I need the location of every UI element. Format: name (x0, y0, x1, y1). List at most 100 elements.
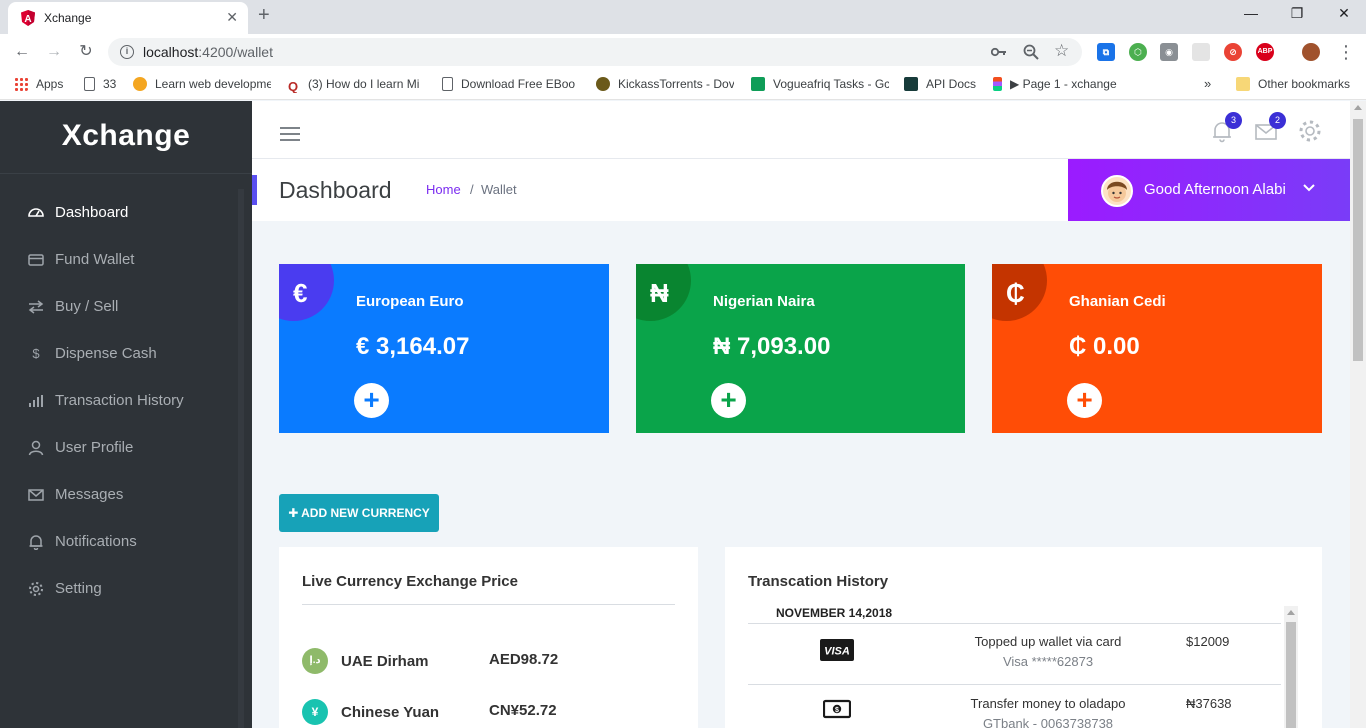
page-title: Dashboard (279, 177, 392, 203)
close-window-icon[interactable]: ✕ (1334, 5, 1354, 22)
sidebar-item-label: Transaction History (55, 392, 184, 409)
minimize-icon[interactable]: — (1241, 5, 1261, 21)
bookmark-learn-web[interactable]: Learn web developme (133, 77, 271, 91)
back-icon[interactable]: ← (12, 42, 32, 62)
info-icon[interactable]: i (120, 45, 134, 59)
zoom-icon[interactable] (1023, 44, 1039, 60)
sidebar-scrollbar[interactable] (238, 189, 244, 728)
other-bookmarks[interactable]: Other bookmarks (1236, 77, 1350, 91)
bookmarks-overflow-icon[interactable]: » (1204, 76, 1211, 91)
adblock-icon[interactable]: ABP (1256, 43, 1274, 61)
sidebar-item-transaction-history[interactable]: Transaction History (0, 381, 238, 421)
page-icon (442, 77, 453, 91)
sheets-icon (751, 77, 765, 91)
bookmark-figma[interactable]: ▶ Page 1 - xchange (993, 77, 1131, 91)
scroll-thumb[interactable] (1353, 119, 1363, 361)
quora-icon: Q (288, 79, 299, 93)
sidebar-item-notifications[interactable]: Notifications (0, 522, 238, 562)
browser-tab[interactable]: A Xchange ✕ (8, 2, 248, 34)
wallet-name: European Euro (356, 293, 464, 310)
reload-icon[interactable]: ↻ (76, 42, 96, 62)
kickass-icon (596, 77, 610, 91)
sidebar-divider (0, 173, 252, 174)
notifications-button[interactable]: 3 (1210, 112, 1242, 143)
sidebar-item-messages[interactable]: Messages (0, 475, 238, 515)
scroll-up-icon[interactable] (1354, 105, 1362, 110)
divider (302, 604, 675, 605)
bookmark-kickass[interactable]: KickassTorrents - Dov (596, 77, 734, 91)
wallet-balance: € 3,164.07 (356, 333, 470, 360)
breadcrumb-separator: / (470, 182, 474, 197)
top-navbar: 3 2 (252, 101, 1350, 159)
sidebar-item-dispense-cash[interactable]: $ Dispense Cash (0, 334, 238, 374)
live-prices-panel: Live Currency Exchange Price د.إ UAE Dir… (279, 547, 698, 728)
extension-5-icon[interactable]: ⊘ (1224, 43, 1242, 61)
euro-icon: € (293, 278, 308, 308)
scroll-up-icon[interactable] (1287, 610, 1295, 615)
restore-icon[interactable]: ❐ (1287, 5, 1307, 22)
hamburger-menu-icon[interactable] (280, 127, 300, 141)
extension-2-icon[interactable]: ⬡ (1129, 43, 1147, 61)
currency-name: UAE Dirham (341, 653, 429, 670)
close-tab-icon[interactable]: ✕ (226, 9, 238, 26)
exchange-icon (28, 300, 44, 314)
wallet-balance: ₦ 7,093.00 (713, 333, 831, 360)
sidebar-item-label: Messages (55, 486, 124, 503)
extension-4-icon[interactable] (1192, 43, 1210, 61)
folder-icon (1236, 77, 1250, 91)
sidebar-item-label: Dashboard (55, 204, 129, 221)
sidebar-item-user-profile[interactable]: User Profile (0, 428, 238, 468)
wallet-name: Ghanian Cedi (1069, 293, 1166, 310)
user-greeting-dropdown[interactable]: Good Afternoon Alabi (1068, 159, 1350, 221)
new-tab-icon[interactable]: + (258, 4, 270, 27)
sidebar-item-label: Setting (55, 580, 102, 597)
sidebar-item-label: User Profile (55, 439, 134, 456)
messages-button[interactable]: 2 (1254, 112, 1286, 143)
forward-icon[interactable]: → (44, 42, 64, 62)
svg-text:$: $ (835, 707, 839, 714)
menu-icon[interactable]: ⋮ (1336, 42, 1356, 62)
bookmark-33[interactable]: 33 (84, 77, 116, 91)
visa-icon: VISA (820, 639, 854, 661)
scroll-thumb[interactable] (1286, 622, 1296, 728)
add-funds-button[interactable]: + (1067, 383, 1102, 418)
page-header: Dashboard Home / Wallet Good Afternoon A… (252, 159, 1350, 221)
sidebar-item-dashboard[interactable]: Dashboard (0, 193, 238, 233)
bookmark-vogueafriq[interactable]: Vogueafriq Tasks - Gc (751, 77, 889, 91)
bookmark-api-docs[interactable]: API Docs (904, 77, 976, 91)
sidebar-item-fund-wallet[interactable]: Fund Wallet (0, 240, 238, 280)
address-bar[interactable]: i localhost:4200/wallet ☆ (108, 38, 1082, 66)
bookmark-apps[interactable]: Apps (14, 77, 63, 91)
bookmark-quora[interactable]: Q (3) How do I learn Mi (288, 77, 426, 93)
sidebar-item-setting[interactable]: Setting (0, 569, 238, 609)
transaction-row[interactable]: VISA Topped up wallet via card Visa ****… (748, 633, 1281, 683)
bookmark-ebook[interactable]: Download Free EBoo (442, 77, 580, 91)
extension-1-icon[interactable]: ⧉ (1097, 43, 1115, 61)
camera-icon[interactable]: ◉ (1160, 43, 1178, 61)
breadcrumb-home[interactable]: Home (426, 182, 461, 197)
add-funds-button[interactable]: + (354, 383, 389, 418)
yuan-icon: ¥ (302, 699, 328, 725)
header-accent (252, 175, 257, 205)
transaction-date: NOVEMBER 14,2018 (776, 606, 893, 620)
settings-button[interactable] (1298, 119, 1322, 143)
transaction-scrollbar[interactable] (1284, 606, 1298, 728)
transaction-row[interactable]: $ Transfer money to oladapo GTbank - 006… (748, 695, 1281, 728)
page-scrollbar[interactable] (1350, 101, 1366, 728)
plus-icon: ✚ (288, 506, 299, 520)
sidebar-item-buy-sell[interactable]: Buy / Sell (0, 287, 238, 327)
currency-rate: AED98.72 (489, 651, 559, 668)
wallet-card-naira: ₦ Nigerian Naira ₦ 7,093.00 + (636, 264, 965, 433)
brand-logo[interactable]: Xchange (0, 119, 252, 153)
profile-avatar[interactable] (1302, 43, 1320, 61)
cash-icon: $ (823, 699, 851, 719)
add-funds-button[interactable]: + (711, 383, 746, 418)
wallet-name: Nigerian Naira (713, 293, 815, 310)
panel-title: Live Currency Exchange Price (302, 573, 518, 590)
breadcrumb-current: Wallet (481, 182, 517, 197)
key-icon[interactable] (991, 46, 1007, 58)
transaction-detail: Visa *****62873 (1002, 654, 1094, 669)
add-new-currency-button[interactable]: ✚ ADD NEW CURRENCY (279, 494, 439, 532)
star-icon[interactable]: ☆ (1054, 41, 1069, 61)
page-icon (84, 77, 95, 91)
